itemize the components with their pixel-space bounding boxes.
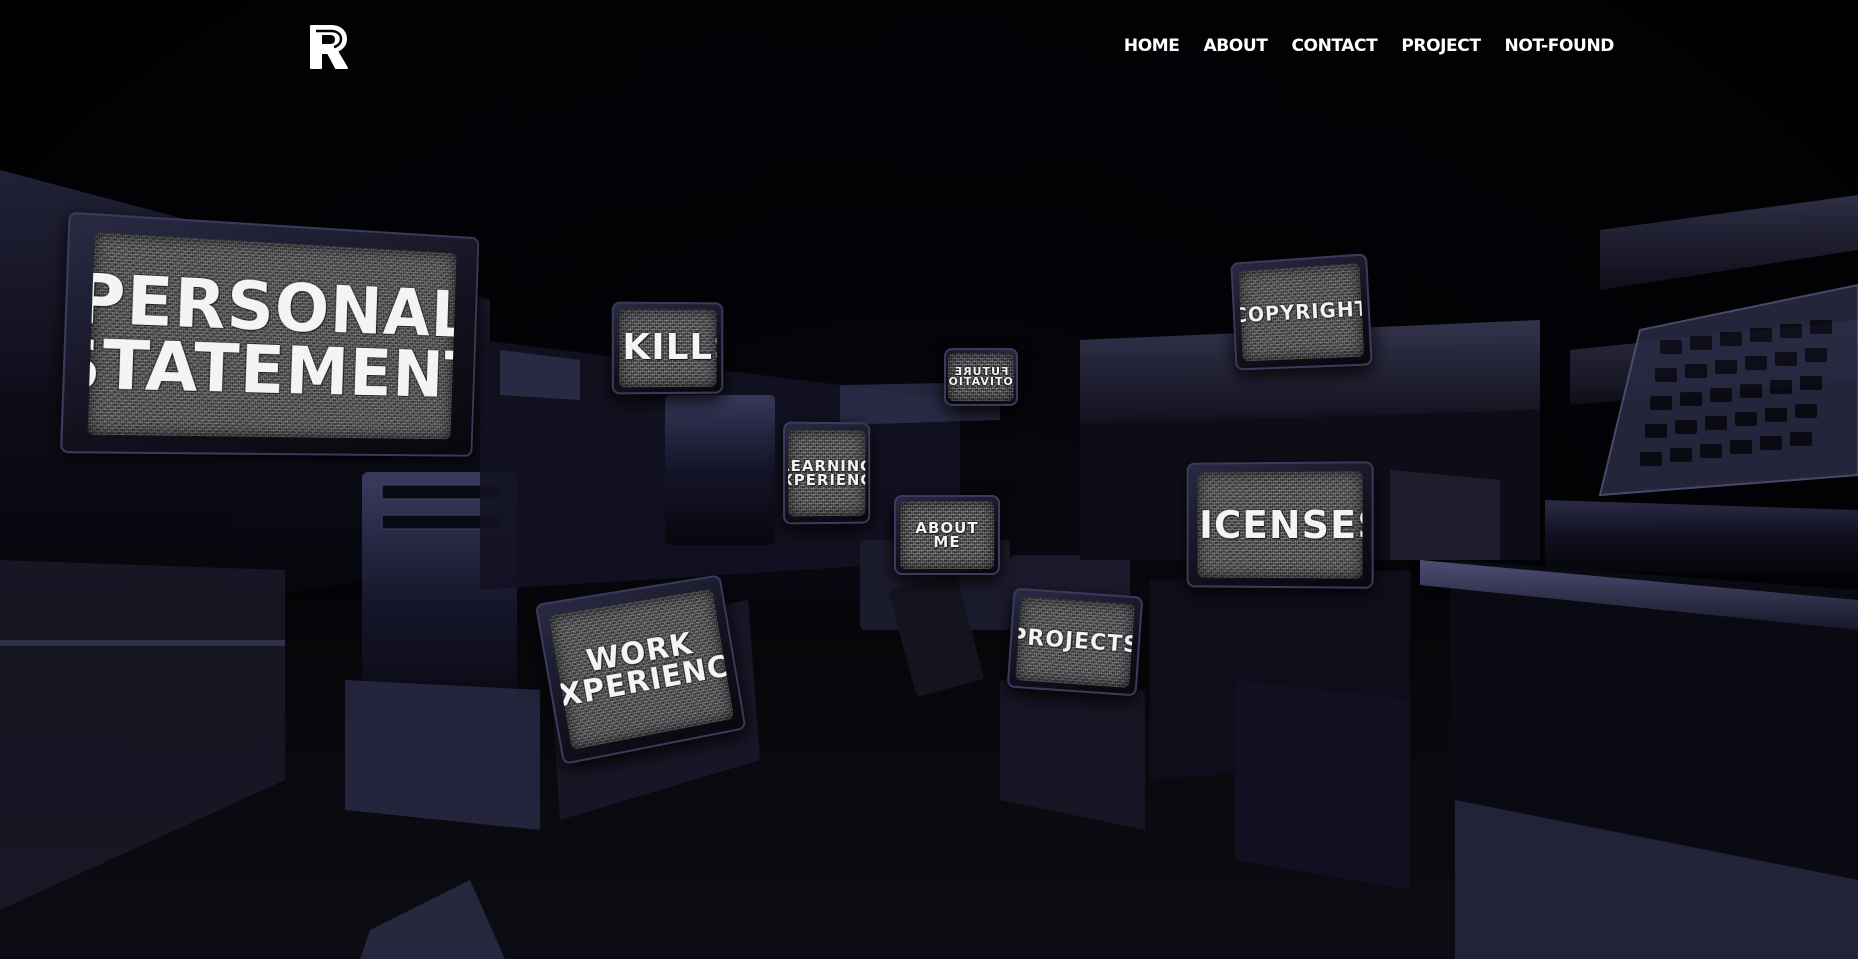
- monitor-skills[interactable]: SKILLS: [612, 302, 723, 395]
- nav-home[interactable]: HOME: [1124, 36, 1180, 56]
- screen-skills: SKILLS: [619, 309, 717, 387]
- monitor-copyright[interactable]: COPYRIGHT: [1230, 253, 1372, 370]
- logo[interactable]: R: [307, 22, 351, 72]
- hardware-backdrop: [0, 0, 1858, 959]
- monitor-label-copyright: COPYRIGHT: [1239, 300, 1364, 326]
- computer-room-scene: PERSONAL STATEMENT SKILLS FUTURE MOTIVAT…: [0, 0, 1858, 959]
- monitor-label-licenses: LICENSES: [1198, 507, 1363, 544]
- monitor-learning-experience[interactable]: LEARNING EXPERIENCE: [783, 422, 870, 525]
- monitor-label-projects: PROJECTS: [1015, 627, 1135, 657]
- nav-project[interactable]: PROJECT: [1401, 36, 1480, 56]
- screen-future-motivation: FUTURE MOTIVATION: [948, 353, 1013, 402]
- screen-work-experience: WORK EXPERIENCE: [548, 589, 733, 750]
- monitor-projects[interactable]: PROJECTS: [1007, 588, 1144, 697]
- keyboard-right: [1600, 285, 1858, 495]
- main-nav: HOME ABOUT CONTACT PROJECT NOT-FOUND: [1124, 36, 1614, 56]
- monitor-label-future-motivation: FUTURE MOTIVATION: [948, 367, 1013, 388]
- monitor-about-me[interactable]: ABOUT ME: [894, 495, 1000, 575]
- screen-learning-experience: LEARNING EXPERIENCE: [788, 430, 865, 516]
- monitor-future-motivation[interactable]: FUTURE MOTIVATION: [944, 348, 1018, 406]
- screen-about-me: ABOUT ME: [900, 501, 993, 568]
- screen-personal-statement: PERSONAL STATEMENT: [88, 232, 457, 438]
- monitor-label-personal-statement: PERSONAL STATEMENT: [88, 266, 457, 407]
- monitor-label-work-experience: WORK EXPERIENCE: [548, 622, 733, 716]
- screen-licenses: LICENSES: [1198, 472, 1363, 579]
- nav-about[interactable]: ABOUT: [1203, 36, 1267, 56]
- page-root: PERSONAL STATEMENT SKILLS FUTURE MOTIVAT…: [0, 0, 1858, 959]
- screen-copyright: COPYRIGHT: [1239, 263, 1364, 362]
- monitor-licenses[interactable]: LICENSES: [1187, 461, 1374, 589]
- logo-r-icon: [307, 22, 351, 72]
- monitor-personal-statement[interactable]: PERSONAL STATEMENT: [60, 212, 479, 457]
- monitor-label-about-me: ABOUT ME: [900, 521, 993, 550]
- monitor-label-skills: SKILLS: [619, 331, 717, 366]
- nav-contact[interactable]: CONTACT: [1291, 36, 1377, 56]
- monitor-label-learning-experience: LEARNING EXPERIENCE: [788, 459, 865, 488]
- screen-projects: PROJECTS: [1015, 596, 1135, 688]
- nav-not-found[interactable]: NOT-FOUND: [1505, 36, 1614, 56]
